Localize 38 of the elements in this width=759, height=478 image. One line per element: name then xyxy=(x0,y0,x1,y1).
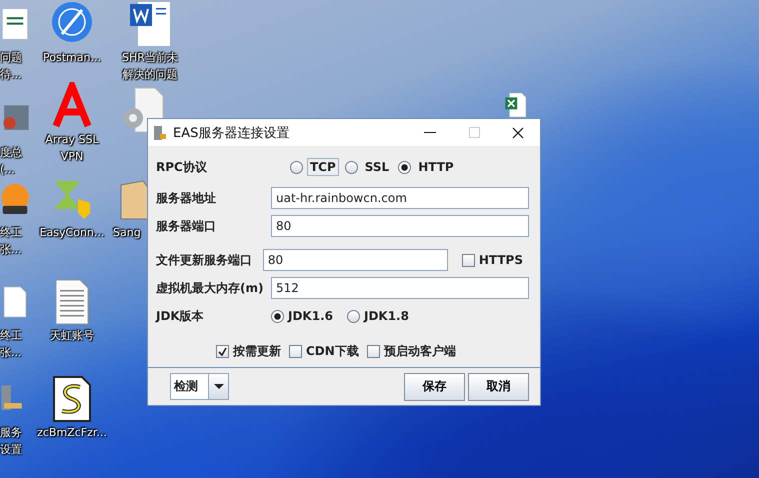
desktop-icon-label[interactable]: 终工 xyxy=(0,328,22,343)
text-field[interactable]: 80 xyxy=(262,249,448,271)
checkbox-option[interactable]: 按需更新 xyxy=(216,342,281,360)
desktop-icon-label[interactable]: 服务 xyxy=(0,425,22,440)
dropdown-button[interactable] xyxy=(208,374,228,399)
caret-icon xyxy=(214,384,224,389)
field-label: 服务器地址 xyxy=(156,190,217,206)
desktop-icon-label[interactable]: zcBmZcFzr... xyxy=(37,425,107,440)
desktop-icon-label[interactable]: 张... xyxy=(0,345,22,360)
text-field[interactable]: 512 xyxy=(271,277,529,299)
window-title: EAS服务器连接设置 xyxy=(173,124,290,142)
minimize-icon[interactable] xyxy=(424,132,436,134)
checkbox-option[interactable]: CDN下载 xyxy=(289,342,359,360)
desktop-icon-label[interactable]: 设置 xyxy=(0,442,22,457)
server-app-icon xyxy=(152,124,168,140)
radio-option[interactable]: JDK1.8 xyxy=(346,309,409,323)
dialog-button[interactable]: 取消 xyxy=(468,372,529,400)
field-label: RPC协议 xyxy=(156,158,208,176)
field-label: 虚拟机最大内存(m) xyxy=(156,280,264,296)
radio-option[interactable]: HTTP xyxy=(398,158,457,176)
letter-a-icon xyxy=(50,82,94,130)
field-label: 文件更新服务端口 xyxy=(156,252,253,268)
desktop-icon-label[interactable]: Sang xyxy=(113,225,141,240)
field-label: 服务器端口 xyxy=(156,218,217,234)
text-field[interactable]: 80 xyxy=(271,215,529,237)
script-document-icon xyxy=(50,375,94,423)
radio-option[interactable]: SSL xyxy=(344,158,392,176)
check-icon xyxy=(218,346,227,356)
checkbox-option[interactable]: 预启动客户端 xyxy=(366,342,456,360)
checkbox-option[interactable]: HTTPS xyxy=(462,253,523,267)
radio-option[interactable]: JDK1.6 xyxy=(271,309,333,323)
text-field[interactable]: uat-hr.rainbowcn.com xyxy=(271,187,529,209)
dialog-button[interactable]: 保存 xyxy=(404,372,465,400)
word-document-icon xyxy=(128,0,172,48)
desktop-icon-label[interactable]: 天虹账号 xyxy=(50,328,94,343)
detect-dropdown[interactable]: 检测 xyxy=(170,373,229,400)
close-icon[interactable] xyxy=(512,126,524,138)
field-label: JDK版本 xyxy=(156,308,205,324)
